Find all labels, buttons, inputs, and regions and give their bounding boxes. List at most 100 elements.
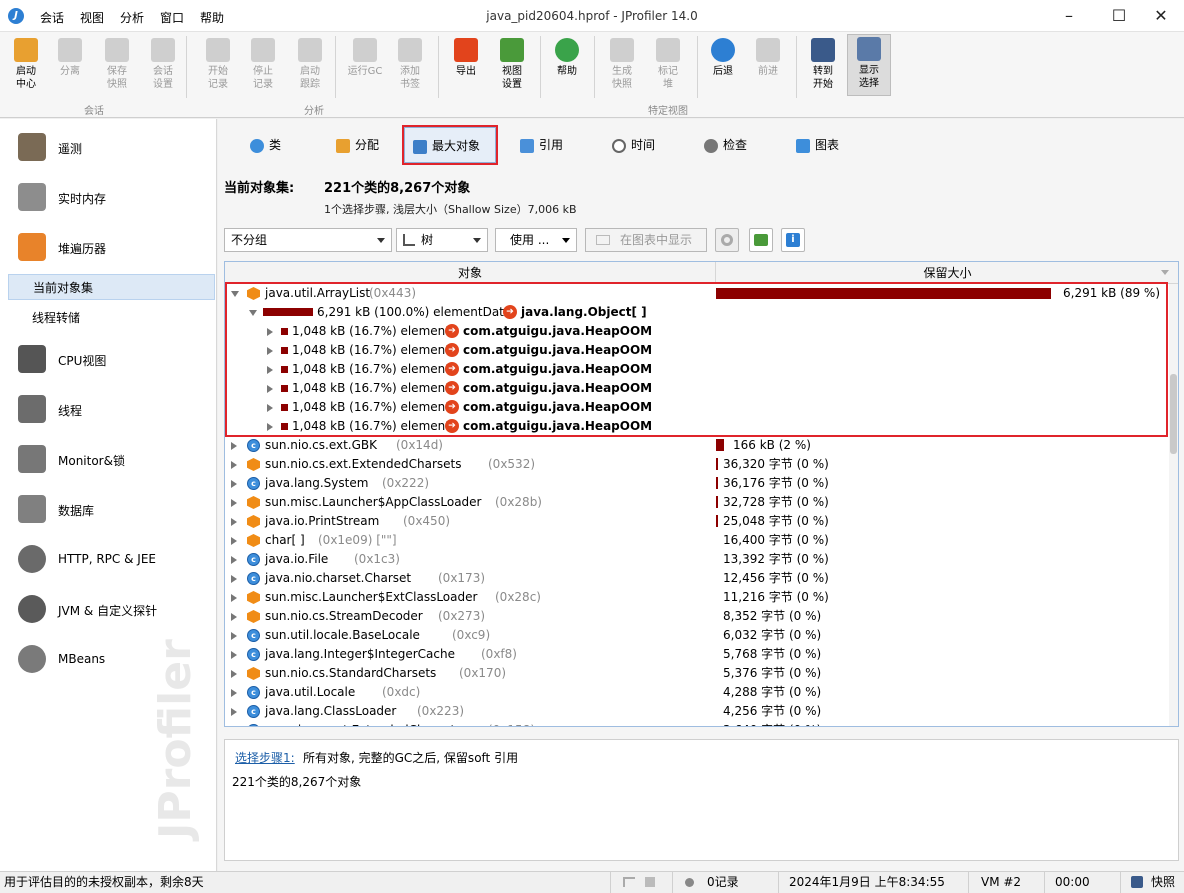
sidebar-subitem-thread-dump[interactable]: 线程转储 [8,305,215,331]
expand-icon[interactable] [267,385,273,393]
table-row[interactable]: c java.io.File (0x1c3) 13,392 字节 (0 %) [225,550,1165,569]
toolbar-button-mark-heap[interactable]: 标记 堆 [646,36,690,91]
toolbar-button-detach[interactable]: 分离 [48,36,92,78]
close-icon[interactable]: ✕ [1138,0,1184,32]
expand-icon[interactable] [231,689,237,697]
menu-view[interactable]: 视图 [80,9,104,26]
expand-icon[interactable] [231,708,237,716]
settings-gear-icon[interactable] [715,228,739,252]
menu-analyze[interactable]: 分析 [120,9,144,26]
column-header-retained-size[interactable]: 保留大小 [715,262,1178,284]
table-row[interactable]: 6,291 kB (100.0%) elementData ➔ java.lang.… [225,303,1165,322]
export-table-icon[interactable] [749,228,773,252]
table-row[interactable]: sun.misc.Launcher$ExtClassLoader (0x28c) 1… [225,588,1165,607]
sidebar-subitem-current-object-set[interactable]: 当前对象集 [8,274,215,300]
expand-icon[interactable] [231,537,237,545]
expand-icon[interactable] [231,632,237,640]
table-row[interactable]: 1,048 kB (16.7%) element ➔ com.atguigu.jav… [225,322,1165,341]
toolbar-button-start-tracking[interactable]: 启动 跟踪 [288,36,332,91]
toolbar-button-add-bookmark[interactable]: 添加 书签 [388,36,432,91]
use-button[interactable]: 使用 ... [495,228,577,252]
expand-icon[interactable] [267,328,273,336]
table-row[interactable]: java.io.PrintStream (0x450) 25,048 字节 (0 %… [225,512,1165,531]
table-row[interactable]: java.util.ArrayList (0x443) 6,291 kB (89 %… [225,284,1165,303]
toolbar-button-forward[interactable]: 前进 [746,36,790,78]
sidebar-item-cpu[interactable]: CPU视图 [0,339,216,379]
table-row[interactable]: sun.nio.cs.StreamDecoder (0x273) 8,352 字节 … [225,607,1165,626]
expand-icon[interactable] [231,575,237,583]
toolbar-button-home[interactable]: 转到 开始 [801,36,845,91]
toolbar-button-show-selection[interactable]: 显示 选择 [847,34,891,96]
sidebar-item-database[interactable]: 数据库 [0,489,216,529]
sidebar-item-live-memory[interactable]: 实时内存 [0,177,216,217]
sidebar-item-monitor-lock[interactable]: Monitor&锁 [0,439,216,479]
sidebar-item-telemetry[interactable]: 遥测 [0,127,216,167]
expand-icon[interactable] [231,480,237,488]
table-row[interactable]: 1,048 kB (16.7%) element ➔ com.atguigu.jav… [225,417,1165,436]
menu-session[interactable]: 会话 [40,9,64,26]
table-row[interactable]: c sun.nio.cs.ext.GBK (0x14d) 166 kB (2 %) [225,436,1165,455]
info-icon[interactable]: i [781,228,805,252]
toolbar-button-export[interactable]: 导出 [444,36,488,78]
menu-window[interactable]: 窗口 [160,9,184,26]
expand-icon[interactable] [267,423,273,431]
toolbar-button-stop-recording[interactable]: 停止 记录 [241,36,285,91]
expand-icon[interactable] [267,347,273,355]
table-row[interactable]: 1,048 kB (16.7%) element ➔ com.atguigu.jav… [225,379,1165,398]
toolbar-button-start-recording[interactable]: 开始 记录 [196,36,240,91]
toolbar-button-snapshot[interactable]: 生成 快照 [600,36,644,91]
table-row[interactable]: c sun.util.locale.BaseLocale (0xc9) 6,032 字… [225,626,1165,645]
table-row[interactable]: sun.nio.cs.ext.ExtendedCharsets (0x532) 36… [225,455,1165,474]
expand-icon[interactable] [231,556,237,564]
expand-icon[interactable] [231,651,237,659]
toolbar-button-session-settings[interactable]: 会话 设置 [141,36,185,91]
table-row[interactable]: c sun.nio.cs.ext.ExtendedCharsets (0x158) 3… [225,721,1165,726]
table-row[interactable]: c java.nio.charset.Charset (0x173) 12,456 字… [225,569,1165,588]
tab-classes[interactable]: 类 [242,127,312,163]
expand-icon[interactable] [231,461,237,469]
expand-icon[interactable] [231,594,237,602]
toolbar-button-run-gc[interactable]: 运行GC [343,36,387,78]
vertical-scrollbar[interactable] [1169,284,1178,726]
expand-icon[interactable] [231,613,237,621]
table-row[interactable]: 1,048 kB (16.7%) element ➔ com.atguigu.jav… [225,360,1165,379]
sidebar-item-threads[interactable]: 线程 [0,389,216,429]
expand-icon[interactable] [267,404,273,412]
toolbar-button-launch-center[interactable]: 启动 中心 [4,36,48,91]
sidebar-item-jvm-probe[interactable]: JVM & 自定义探针 [0,589,216,629]
tab-references[interactable]: 引用 [512,127,592,163]
sidebar-item-http[interactable]: HTTP, RPC & JEE [0,539,216,579]
maximize-icon[interactable]: ☐ [1096,0,1142,32]
table-row[interactable]: 1,048 kB (16.7%) element ➔ com.atguigu.jav… [225,398,1165,417]
table-row[interactable]: sun.nio.cs.StandardCharsets (0x170) 5,376 … [225,664,1165,683]
table-row[interactable]: c java.util.Locale (0xdc) 4,288 字节 (0 %) [225,683,1165,702]
expand-icon[interactable] [267,366,273,374]
table-row[interactable]: c java.lang.ClassLoader (0x223) 4,256 字节 (0… [225,702,1165,721]
menu-help[interactable]: 帮助 [200,9,224,26]
sidebar-item-heap-walker[interactable]: 堆遍历器 [0,227,216,267]
show-in-graph-button[interactable]: 在图表中显示 [585,228,707,252]
toolbar-button-back[interactable]: 后退 [701,36,745,78]
tab-allocations[interactable]: 分配 [328,127,408,163]
expand-icon[interactable] [231,518,237,526]
expand-icon[interactable] [231,499,237,507]
minimize-icon[interactable]: – [1046,0,1092,32]
scrollbar-thumb[interactable] [1170,374,1177,454]
expand-icon[interactable] [231,442,237,450]
tab-biggest-objects[interactable]: 最大对象 [402,125,498,165]
table-row[interactable]: sun.misc.Launcher$AppClassLoader (0x28b) 3… [225,493,1165,512]
toolbar-button-help[interactable]: 帮助 [545,36,589,78]
toolbar-button-save-snapshot[interactable]: 保存 快照 [95,36,139,91]
collapse-icon[interactable] [249,310,257,316]
table-row[interactable]: c java.lang.Integer$IntegerCache (0xf8) 5,7… [225,645,1165,664]
selection-step-link[interactable]: 选择步骤1: [235,749,295,766]
tab-time[interactable]: 时间 [604,127,684,163]
tab-inspections[interactable]: 检查 [696,127,776,163]
column-header-object[interactable]: 对象 [225,262,715,284]
collapse-icon[interactable] [231,291,239,297]
toolbar-button-view-settings[interactable]: 视图 设置 [490,36,534,91]
table-row[interactable]: c java.lang.System (0x222) 36,176 字节 (0 %) [225,474,1165,493]
table-row[interactable]: 1,048 kB (16.7%) element ➔ com.atguigu.jav… [225,341,1165,360]
expand-icon[interactable] [231,670,237,678]
tab-graph[interactable]: 图表 [788,127,868,163]
